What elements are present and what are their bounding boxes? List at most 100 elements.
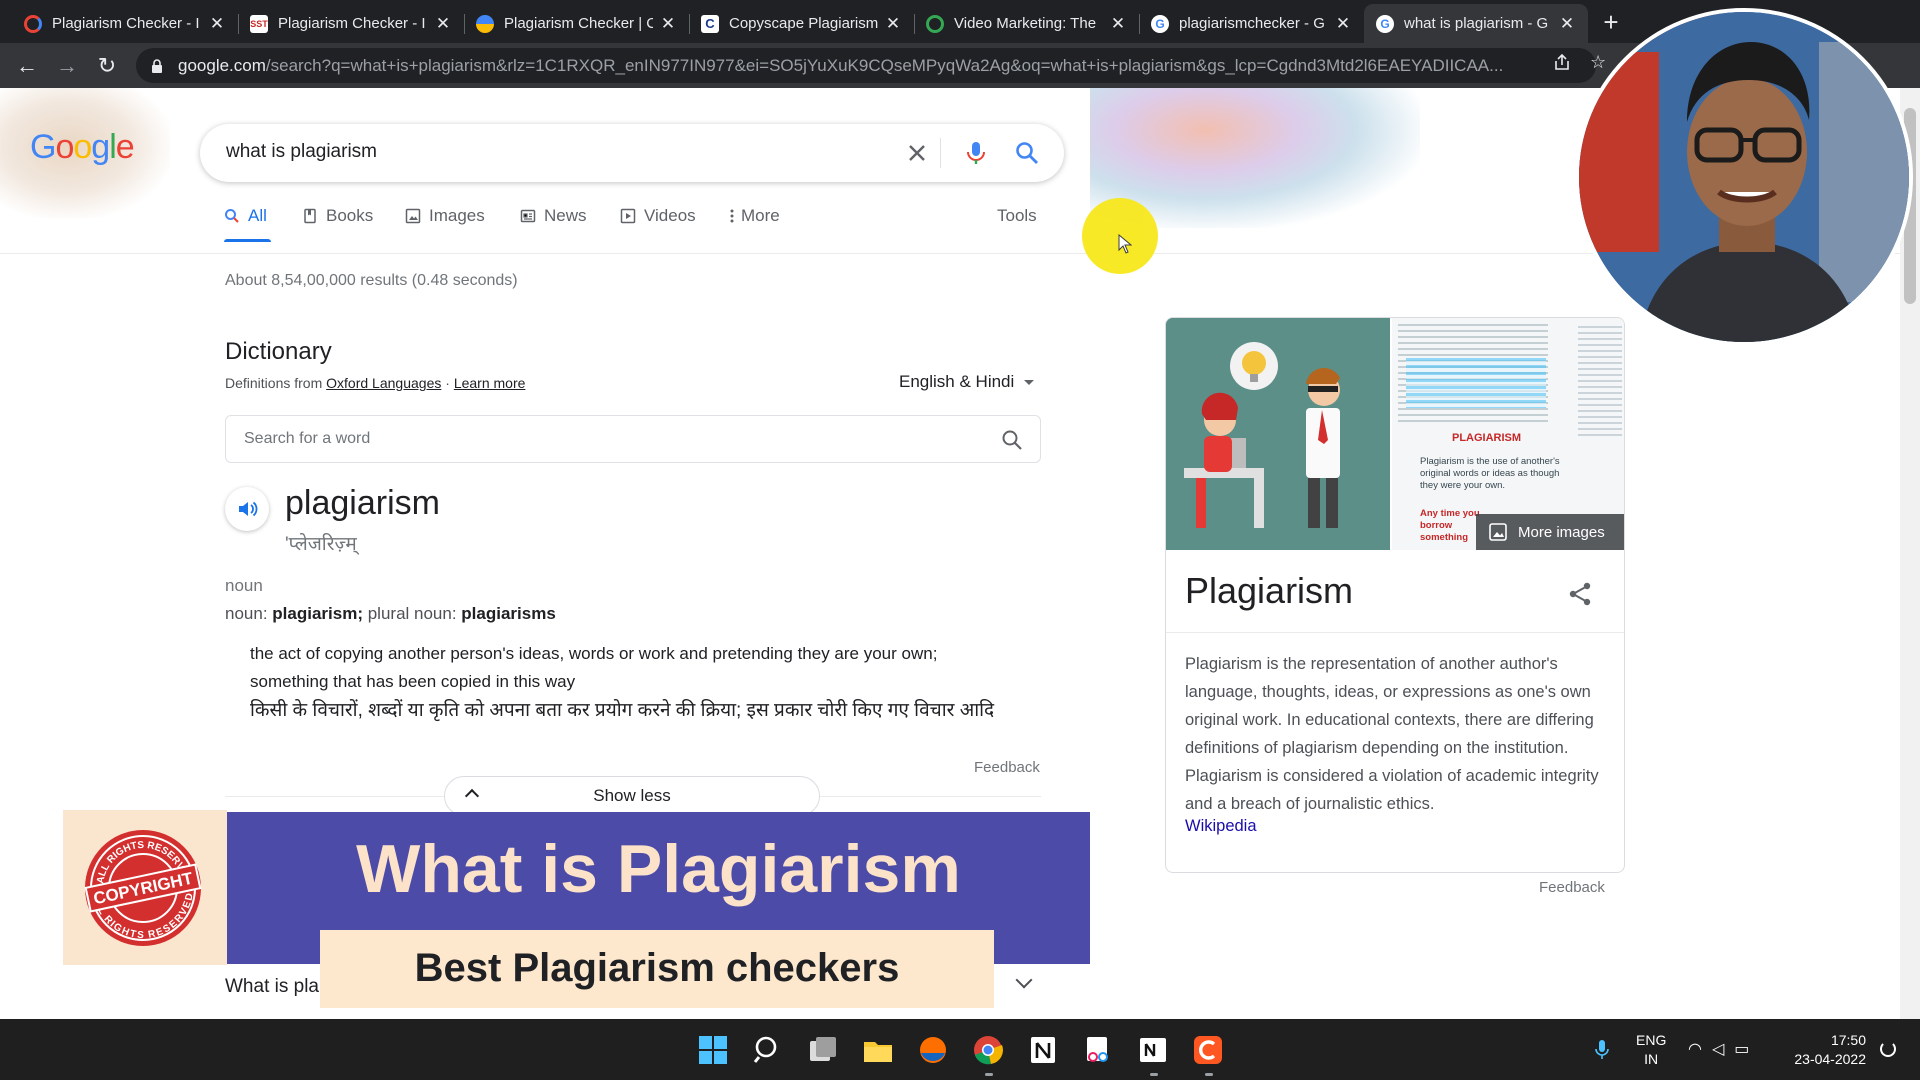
browser-tab-4[interactable]: C Copyscape Plagiarism ✕ <box>689 4 915 43</box>
oxford-languages-link[interactable]: Oxford Languages <box>326 375 441 391</box>
tab-images[interactable]: Images <box>405 206 485 242</box>
results-stats: About 8,54,00,000 results (0.48 seconds) <box>225 272 518 289</box>
microphone-icon[interactable] <box>963 140 989 166</box>
taskbar-search-icon[interactable] <box>751 1033 785 1067</box>
share-icon[interactable] <box>1566 580 1594 608</box>
word-search-input[interactable]: Search for a word <box>225 415 1041 463</box>
language-indicator[interactable]: ENG IN <box>1636 1031 1666 1069</box>
close-tab-icon[interactable]: ✕ <box>1334 14 1352 34</box>
language-label: English & Hindi <box>899 372 1015 391</box>
copyright-badge-box: ALL RIGHTS RESERVED ALL RIGHTS RESERVED … <box>63 810 227 965</box>
knowledge-panel: PLAGIARISM Plagiarism is the use of anot… <box>1165 317 1625 873</box>
knowledge-panel-feedback[interactable]: Feedback <box>1539 879 1605 896</box>
back-arrow-icon[interactable]: ← <box>12 51 42 81</box>
people-also-ask-question[interactable]: What is pla <box>225 976 319 998</box>
plagiarism-illustration-image[interactable] <box>1166 318 1390 550</box>
snipping-tool-icon[interactable] <box>1081 1033 1115 1067</box>
tab-all[interactable]: All <box>224 206 271 242</box>
camtasia-icon[interactable] <box>1191 1033 1225 1067</box>
tools-button[interactable]: Tools <box>997 206 1037 242</box>
reload-icon[interactable]: ↻ <box>92 51 122 81</box>
image-text: Plagiarism is the use of another's origi… <box>1420 456 1560 491</box>
microphone-icon[interactable] <box>1595 1039 1609 1061</box>
running-indicator <box>1205 1073 1213 1076</box>
feedback-link[interactable]: Feedback <box>974 759 1040 776</box>
clock[interactable]: 17:50 23-04-2022 <box>1786 1031 1866 1069</box>
clear-search-icon[interactable] <box>904 140 930 166</box>
knowledge-panel-description: Plagiarism is the representation of anot… <box>1185 655 1599 813</box>
lock-icon <box>152 58 162 73</box>
book-icon <box>304 208 316 224</box>
learn-more-link[interactable]: Learn more <box>454 375 526 391</box>
more-images-button[interactable]: More images <box>1476 514 1624 550</box>
tab-news[interactable]: News <box>520 206 587 242</box>
notification-icon[interactable] <box>1880 1041 1896 1057</box>
tab-label: Videos <box>644 206 696 225</box>
forward-arrow-icon[interactable]: → <box>52 51 82 81</box>
address-bar[interactable]: google.com/search?q=what+is+plagiarism&r… <box>136 48 1596 83</box>
browser-tab-3[interactable]: Plagiarism Checker | C ✕ <box>464 4 690 43</box>
browser-tab-title: what is plagiarism - G <box>1404 15 1549 32</box>
dictionary-heading: Dictionary <box>225 338 332 365</box>
browser-tab-title: Plagiarism Checker - I <box>278 15 426 32</box>
favicon-icon <box>476 14 494 33</box>
speaker-icon <box>239 501 258 517</box>
system-tray[interactable]: ◠◁▭ <box>1688 1039 1759 1059</box>
source-prefix: Definitions from <box>225 375 323 391</box>
notepad-icon[interactable] <box>1136 1033 1170 1067</box>
language-selector[interactable]: English & Hindi <box>899 372 1035 392</box>
google-logo[interactable]: Google <box>30 128 135 167</box>
share-icon[interactable] <box>1552 52 1572 72</box>
browser-tab-2[interactable]: SST Plagiarism Checker - I ✕ <box>238 4 465 43</box>
pronunciation-text: 'प्लेजरिज़्म् <box>285 534 357 555</box>
close-tab-icon[interactable]: ✕ <box>659 14 677 34</box>
bookmark-star-icon[interactable]: ☆ <box>1590 52 1606 73</box>
illustration-drawing <box>1166 318 1390 550</box>
pronunciation-button[interactable] <box>225 487 269 531</box>
close-tab-icon[interactable]: ✕ <box>1558 14 1576 34</box>
close-tab-icon[interactable]: ✕ <box>1109 14 1127 34</box>
lang-line: ENG <box>1636 1032 1667 1048</box>
windows-taskbar: ENG IN ◠◁▭ 17:50 23-04-2022 <box>0 1019 1920 1080</box>
search-box[interactable]: what is plagiarism <box>200 124 1064 182</box>
notion-icon[interactable] <box>1026 1033 1060 1067</box>
battery-icon[interactable]: ▭ <box>1734 1041 1759 1058</box>
word-forms: noun: plagiarism; plural noun: plagiaris… <box>225 604 556 624</box>
close-tab-icon[interactable]: ✕ <box>884 14 902 34</box>
close-tab-icon[interactable]: ✕ <box>208 14 226 34</box>
image-heading: PLAGIARISM <box>1452 432 1522 444</box>
file-explorer-icon[interactable] <box>861 1033 895 1067</box>
news-icon <box>520 209 536 223</box>
app-icon[interactable] <box>916 1033 950 1067</box>
browser-tab-6[interactable]: G plagiarismchecker - G ✕ <box>1139 4 1364 43</box>
browser-tab-5[interactable]: Video Marketing: The ✕ <box>914 4 1140 43</box>
browser-tab-title: plagiarismchecker - G <box>1179 15 1325 32</box>
wikipedia-link[interactable]: Wikipedia <box>1185 817 1257 836</box>
tab-more[interactable]: More <box>729 206 780 242</box>
favicon-icon <box>926 14 944 33</box>
tab-books[interactable]: Books <box>302 206 373 242</box>
presenter-webcam-image <box>1579 12 1909 342</box>
tab-videos[interactable]: Videos <box>620 206 696 242</box>
part-of-speech: noun <box>225 576 263 595</box>
new-tab-button[interactable]: + <box>1596 8 1626 38</box>
tab-label: All <box>248 206 267 225</box>
browser-tab-1[interactable]: Plagiarism Checker - I ✕ <box>12 4 239 43</box>
task-view-icon[interactable] <box>806 1033 840 1067</box>
volume-icon[interactable]: ◁ <box>1712 1041 1734 1058</box>
search-icon[interactable] <box>1014 140 1040 166</box>
search-query[interactable]: what is plagiarism <box>226 141 377 163</box>
image-icon <box>1489 523 1507 541</box>
show-less-label: Show less <box>593 786 671 805</box>
browser-tab-active[interactable]: G what is plagiarism - G ✕ <box>1364 4 1588 43</box>
wifi-icon[interactable]: ◠ <box>1688 1041 1712 1058</box>
clock-time: 17:50 <box>1830 1032 1866 1048</box>
banner-subtitle: Best Plagiarism checkers <box>414 946 900 990</box>
chrome-icon[interactable] <box>971 1033 1005 1067</box>
favicon-icon: C <box>701 14 719 33</box>
image-icon <box>405 208 421 224</box>
favicon-icon: SST <box>250 14 268 33</box>
search-icon[interactable] <box>1000 428 1024 452</box>
close-tab-icon[interactable]: ✕ <box>434 14 452 34</box>
windows-start-icon[interactable] <box>696 1033 730 1067</box>
